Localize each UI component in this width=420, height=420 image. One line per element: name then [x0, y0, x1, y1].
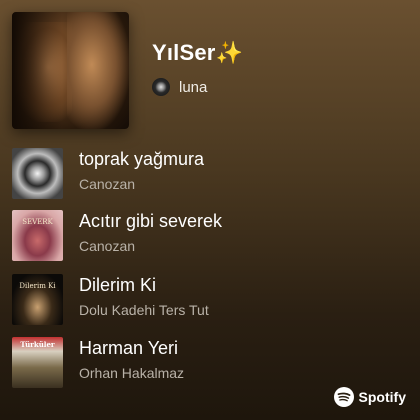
track-1-cover — [12, 148, 63, 199]
track-2-name: Acıtır gibi severek — [79, 211, 223, 231]
track-2-cover-text: SEVERK — [22, 218, 53, 226]
playlist-cover-image[interactable] — [12, 12, 129, 129]
playlist-owner[interactable]: luna — [152, 78, 207, 96]
track-3-cover-text: Dilerim Ki — [19, 282, 56, 290]
cover-figure-right — [67, 12, 129, 129]
track-1-name: toprak yağmura — [79, 149, 205, 169]
track-1-artist: Canozan — [79, 176, 136, 192]
track-4-cover-text: Türküler — [20, 340, 55, 349]
spotify-icon — [333, 387, 354, 407]
spotify-label: Spotify — [358, 389, 406, 405]
track-4-artist: Orhan Hakalmaz — [79, 365, 185, 381]
track-2-artist: Canozan — [79, 238, 136, 254]
track-3-name: Dilerim Ki — [79, 275, 157, 295]
track-2-cover: SEVERK — [12, 210, 63, 261]
owner-name: luna — [179, 78, 208, 96]
track-3-artist: Dolu Kadehi Ters Tut — [79, 302, 209, 318]
spotify-logo[interactable]: Spotify — [333, 387, 406, 407]
track-3-cover: Dilerim Ki — [12, 274, 63, 325]
track-4-name: Harman Yeri — [79, 338, 179, 358]
cover-shadow — [12, 12, 62, 129]
track-4-cover: Türküler — [12, 337, 63, 388]
playlist-title: YılSer✨ — [152, 40, 244, 65]
owner-avatar — [152, 78, 170, 96]
